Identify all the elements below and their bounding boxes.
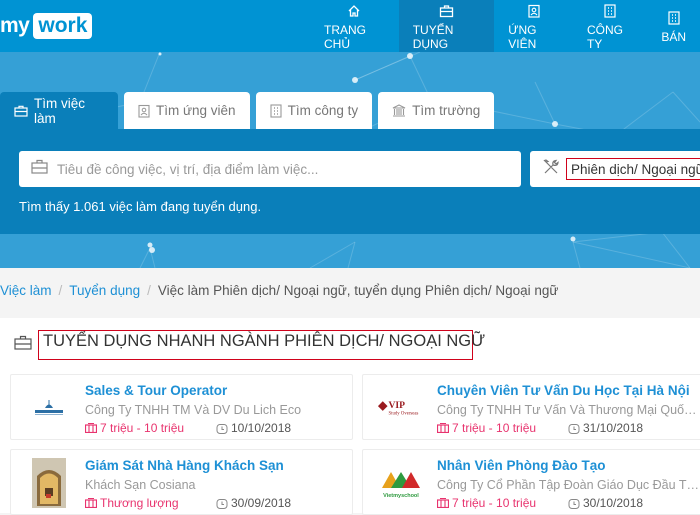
search-tabs: Tìm việc làm Tìm ứng viên Tìm công ty Tì…	[0, 92, 500, 129]
deadline: 10/10/2018	[216, 421, 291, 435]
salary: Thương lượng	[85, 496, 179, 510]
nav-item-sell[interactable]: BÁN	[647, 0, 700, 52]
svg-text:VIP: VIP	[389, 400, 406, 411]
keyword-search-field[interactable]	[19, 151, 521, 187]
deadline: 30/09/2018	[216, 496, 291, 510]
home-icon	[347, 2, 361, 20]
category-selected-value: Phiên dịch/ Ngoại ngữ	[566, 158, 700, 180]
salary: 7 triệu - 10 triệu	[437, 496, 536, 510]
job-card[interactable]: VIP Study Overseas Chuyên Viên Tư Vấn Du …	[362, 374, 700, 440]
breadcrumb: Việc làm / Tuyển dụng / Việc làm Phiên d…	[0, 283, 558, 298]
breadcrumb-separator: /	[147, 283, 151, 298]
company-logo-eco	[25, 385, 73, 431]
deadline: 31/10/2018	[568, 421, 643, 435]
mywork-logo[interactable]: my work	[0, 13, 93, 39]
briefcase-icon	[31, 159, 48, 179]
company-logo-hotel-photo	[25, 458, 73, 508]
tab-find-companies[interactable]: Tìm công ty	[255, 92, 373, 129]
job-title-link[interactable]: Giám Sát Nhà Hàng Khách Sạn	[85, 458, 284, 473]
job-title-link[interactable]: Sales & Tour Operator	[85, 383, 227, 398]
job-title-link[interactable]: Nhân Viên Phòng Đào Tạo	[437, 458, 606, 473]
nav-item-companies[interactable]: CÔNG TY	[573, 0, 647, 52]
briefcase-icon	[439, 2, 454, 20]
company-name: Công Ty Cổ Phần Tập Đoàn Giáo Dục Đầu Tư…	[437, 478, 700, 492]
building-icon	[604, 2, 616, 20]
quick-jobs-section: TUYỂN DỤNG NHANH NGÀNH PHIÊN DỊCH/ NGOẠI…	[0, 318, 700, 515]
breadcrumb-link-recruitment[interactable]: Tuyển dụng	[69, 283, 140, 298]
section-header: TUYỂN DỤNG NHANH NGÀNH PHIÊN DỊCH/ NGOẠI…	[14, 330, 485, 360]
briefcase-icon	[14, 335, 32, 355]
school-icon	[392, 104, 406, 117]
money-icon	[85, 423, 97, 433]
company-logo-vip-study-overseas: VIP Study Overseas	[377, 385, 425, 431]
tab-find-schools[interactable]: Tìm trường	[378, 92, 495, 129]
svg-text:Study Overseas: Study Overseas	[389, 412, 419, 417]
nav-item-candidates[interactable]: ỨNG VIÊN	[494, 0, 573, 52]
clock-icon	[216, 423, 228, 434]
building-icon	[668, 9, 680, 27]
deadline: 30/10/2018	[568, 496, 643, 510]
building-icon	[270, 103, 282, 118]
company-name: Khách Sạn Cosiana	[85, 478, 196, 492]
tab-find-candidates[interactable]: Tìm ứng viên	[124, 92, 250, 129]
job-title-link[interactable]: Chuyên Viên Tư Vấn Du Học Tại Hà Nội	[437, 383, 690, 398]
money-icon	[437, 498, 449, 508]
results-count-text: Tìm thấy 1.061 việc làm đang tuyển dụng.	[19, 199, 262, 214]
salary: 7 triệu - 10 triệu	[437, 421, 536, 435]
company-name: Công Ty TNHH TM Và DV Du Lich Eco	[85, 403, 302, 417]
svg-text:Vietmyschool: Vietmyschool	[383, 493, 419, 499]
top-navbar: my work TRANG CHỦ TUYỂN DỤNG ỨNG VIÊN CÔ…	[0, 0, 700, 52]
clock-icon	[216, 498, 228, 509]
tab-find-jobs[interactable]: Tìm việc làm	[0, 92, 118, 129]
nav-item-recruitment[interactable]: TUYỂN DỤNG	[398, 0, 495, 52]
money-icon	[437, 423, 449, 433]
job-card[interactable]: Vietmyschool Nhân Viên Phòng Đào Tạo Côn…	[362, 449, 700, 515]
section-title: TUYỂN DỤNG NHANH NGÀNH PHIÊN DỊCH/ NGOẠI…	[38, 330, 485, 360]
id-badge-icon	[528, 2, 540, 20]
category-select[interactable]: Phiên dịch/ Ngoại ngữ	[530, 151, 700, 187]
clock-icon	[568, 498, 580, 509]
tools-icon	[543, 158, 560, 180]
id-badge-icon	[138, 104, 150, 118]
company-name: Công Ty TNHH Tư Vấn Và Thương Mại Quốc T…	[437, 403, 700, 417]
job-card[interactable]: Giám Sát Nhà Hàng Khách Sạn Khách Sạn Co…	[10, 449, 353, 515]
money-icon	[85, 498, 97, 508]
search-panel: Phiên dịch/ Ngoại ngữ Tìm thấy 1.061 việ…	[0, 129, 700, 234]
search-hero: Tìm việc làm Tìm ứng viên Tìm công ty Tì…	[0, 52, 700, 268]
breadcrumb-link-jobs[interactable]: Việc làm	[0, 283, 52, 298]
keyword-search-input[interactable]	[57, 161, 497, 177]
clock-icon	[568, 423, 580, 434]
main-nav: TRANG CHỦ TUYỂN DỤNG ỨNG VIÊN CÔNG TY BÁ…	[310, 0, 700, 52]
job-card[interactable]: Sales & Tour Operator Công Ty TNHH TM Và…	[10, 374, 353, 440]
briefcase-icon	[14, 105, 28, 117]
salary: 7 triệu - 10 triệu	[85, 421, 184, 435]
breadcrumb-current: Việc làm Phiên dịch/ Ngoại ngữ, tuyển dụ…	[157, 283, 559, 298]
nav-item-home[interactable]: TRANG CHỦ	[310, 0, 399, 52]
company-logo-vietmyschool: Vietmyschool	[377, 460, 425, 506]
breadcrumb-separator: /	[58, 283, 63, 298]
